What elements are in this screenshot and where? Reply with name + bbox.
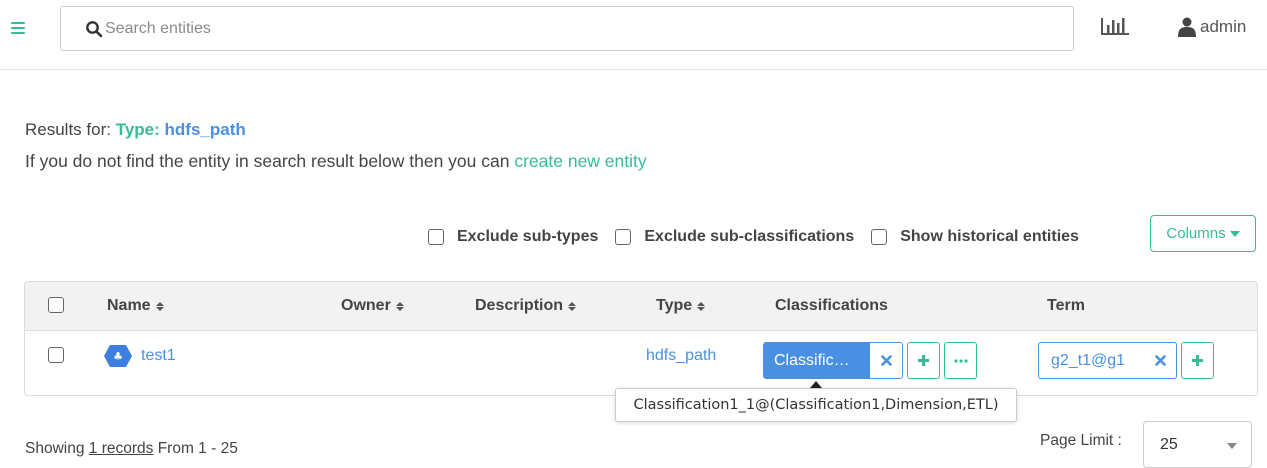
column-header-type[interactable]: Type [656, 297, 706, 315]
column-header-label: Owner [341, 297, 391, 314]
add-icon [1192, 355, 1203, 366]
menu-icon[interactable] [11, 22, 25, 34]
classification-tag[interactable]: Classific… [763, 342, 903, 379]
search-icon [86, 21, 103, 38]
add-icon [918, 355, 929, 366]
column-header-term: Term [1047, 297, 1085, 315]
filter-exclude-sub-classifications[interactable]: Exclude sub-classifications [615, 228, 854, 246]
user-menu[interactable]: admin [1178, 16, 1246, 38]
remove-icon[interactable] [1145, 355, 1175, 366]
search-box[interactable] [60, 6, 1074, 51]
more-classifications-button[interactable] [944, 342, 977, 379]
results-prefix: Results for: [25, 120, 111, 139]
statistics-icon[interactable] [1100, 17, 1130, 37]
column-header-label: Classifications [775, 297, 888, 314]
results-type-label: Type: [115, 120, 160, 139]
select-all-checkbox[interactable] [48, 297, 64, 313]
create-entity-link[interactable]: create new entity [514, 151, 646, 171]
row-checkbox[interactable] [48, 347, 64, 363]
showing-suffix: From 1 - 25 [157, 440, 238, 457]
table-header: Name Owner Description Type Classificati… [25, 282, 1257, 331]
column-header-name[interactable]: Name [107, 297, 164, 315]
user-icon [1178, 17, 1196, 37]
hint-text: If you do not find the entity in search … [25, 151, 510, 171]
entity-type-icon: ♣ [104, 345, 132, 367]
filter-label: Exclude sub-classifications [644, 228, 855, 245]
columns-label: Columns [1166, 225, 1226, 242]
results-heading: Results for: Type: hdfs_path [25, 120, 246, 140]
search-filters: Exclude sub-types Exclude sub-classifica… [428, 226, 1079, 248]
entity-type-link[interactable]: hdfs_path [646, 347, 716, 365]
filter-show-historical[interactable]: Show historical entities [871, 228, 1079, 246]
filter-exclude-sub-types[interactable]: Exclude sub-types [428, 228, 598, 246]
show-historical-checkbox[interactable] [871, 229, 888, 245]
records-summary: Showing 1 records From 1 - 25 [25, 440, 238, 458]
sort-icon [568, 301, 577, 311]
entity-name-cell: ♣ test1 [103, 344, 176, 368]
column-header-label: Name [107, 297, 151, 314]
entity-name-link[interactable]: test1 [141, 347, 176, 365]
column-header-label: Term [1047, 297, 1085, 314]
sort-icon [155, 301, 164, 311]
page-limit-value: 25 [1160, 435, 1178, 453]
create-entity-hint: If you do not find the entity in search … [25, 151, 647, 172]
filter-label: Show historical entities [900, 228, 1079, 245]
add-term-button[interactable] [1181, 342, 1214, 379]
user-name: admin [1200, 17, 1247, 36]
search-input[interactable] [105, 7, 1055, 50]
top-navigation-bar: admin [0, 0, 1267, 70]
page-limit-label: Page Limit : [1040, 432, 1122, 449]
column-header-owner[interactable]: Owner [341, 297, 404, 315]
page-limit-select[interactable]: 25 [1143, 421, 1252, 468]
exclude-sub-types-checkbox[interactable] [428, 229, 444, 245]
term-tag-label[interactable]: g2_t1@g1 [1039, 352, 1145, 370]
remove-icon[interactable] [870, 343, 902, 378]
sort-icon [697, 301, 706, 311]
dropdown-caret-icon [1227, 443, 1237, 449]
chevron-down-icon [1229, 231, 1240, 237]
column-header-label: Type [656, 297, 693, 314]
add-classification-button[interactable] [907, 342, 940, 379]
tooltip-text: Classification1_1@(Classification1,Dimen… [633, 397, 999, 413]
showing-prefix: Showing [25, 440, 85, 457]
classification-tag-group: Classific… [763, 342, 977, 379]
results-type-value: hdfs_path [164, 120, 246, 139]
exclude-sub-classifications-checkbox[interactable] [615, 229, 632, 245]
column-header-label: Description [475, 297, 564, 314]
columns-button[interactable]: Columns [1150, 215, 1256, 252]
tooltip-arrow [810, 381, 822, 388]
term-tag-group: g2_t1@g1 [1038, 342, 1214, 379]
column-header-description[interactable]: Description [475, 297, 577, 315]
svg-text:♣: ♣ [113, 350, 123, 363]
column-header-classifications: Classifications [775, 297, 888, 315]
term-tag[interactable]: g2_t1@g1 [1038, 342, 1177, 379]
sort-icon [395, 301, 404, 311]
records-count-link[interactable]: 1 records [89, 440, 154, 457]
filter-label: Exclude sub-types [457, 228, 599, 245]
results-table: Name Owner Description Type Classificati… [24, 281, 1258, 396]
classification-tag-label[interactable]: Classific… [764, 343, 870, 378]
more-icon [953, 358, 968, 363]
classification-tooltip: Classification1_1@(Classification1,Dimen… [615, 388, 1017, 422]
